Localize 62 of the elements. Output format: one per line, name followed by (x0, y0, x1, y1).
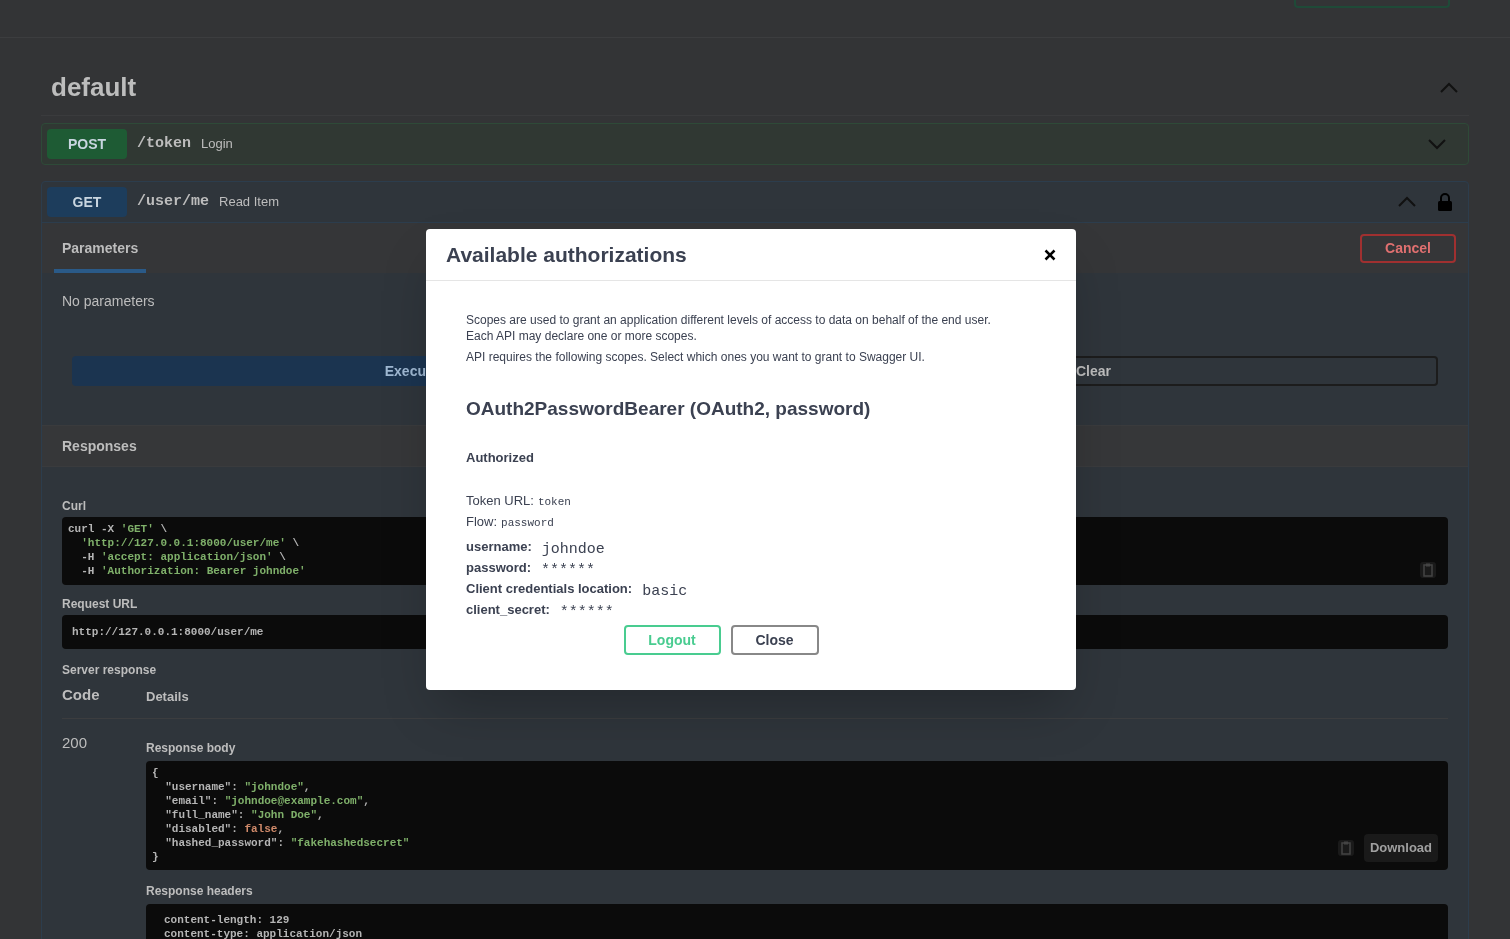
clipboard-icon[interactable] (1335, 838, 1356, 858)
close-button[interactable]: Close (730, 625, 819, 655)
credential-label: Client credentials location: (466, 581, 633, 596)
column-header: Code (62, 684, 101, 705)
flow-value: token (537, 495, 571, 510)
server-response-label: Server response (62, 662, 157, 679)
column-header: Details (146, 687, 189, 706)
credential-label: username: (466, 539, 532, 554)
request-url: http://127.0.0.1:8000/user/me (72, 624, 264, 640)
request-url-label: Request URL (62, 596, 138, 613)
status-label: Authorized (466, 448, 534, 467)
code-line: curl -X 'GET' \ (68, 522, 168, 536)
code-line: "username": "johndoe", (164, 780, 311, 794)
parameters-tab[interactable]: Parameters (54, 223, 147, 273)
method-badge: GET (47, 187, 127, 217)
endpoint-summary: Login (201, 135, 233, 154)
code-line: { (152, 766, 159, 780)
code-line: -H 'Authorization: Bearer johndoe' (80, 564, 306, 578)
method-badge: POST (47, 129, 127, 159)
chevron-icon[interactable] (1397, 196, 1417, 208)
endpoint-path: /user/me (137, 191, 209, 212)
download-button[interactable]: Download (1363, 834, 1438, 862)
description-text: Scopes are used to grant an application different levels of access to data on behalf of the end user. (466, 312, 991, 328)
flow-value: password (501, 516, 554, 531)
code-line: content-type: application/json (164, 927, 363, 939)
endpoint-path: /token (137, 133, 191, 154)
code-line: "email": "johndoe@example.com", (164, 794, 370, 808)
close-icon[interactable] (1044, 248, 1056, 261)
scheme-title: OAuth2PasswordBearer (OAuth2, password) (466, 397, 871, 421)
chevron-icon[interactable] (1427, 138, 1447, 150)
responses-title: Responses (62, 436, 137, 456)
no-parameters-text: No parameters (62, 292, 155, 311)
code-line: 'http://127.0.0.1:8000/user/me' \ (80, 536, 300, 550)
flow-label: Token URL: (466, 492, 534, 510)
curl-label: Curl (62, 498, 86, 515)
credential-value: johndoe (541, 542, 605, 557)
credential-value: basic (642, 584, 688, 599)
response-headers-label: Response headers (146, 883, 253, 900)
scopes-note: API requires the following scopes. Select which ones you want to grant to Swagger UI. (466, 349, 925, 365)
clipboard-icon[interactable] (1418, 560, 1438, 580)
code-line: "hashed_password": "fakehashedsecret" (164, 836, 410, 850)
credential-value: ****** (559, 605, 614, 620)
description-text: Each API may declare one or more scopes. (466, 328, 697, 344)
code-line: } (152, 850, 159, 864)
chevron-icon[interactable] (1439, 81, 1459, 94)
code-line: "full_name": "John Doe", (164, 808, 324, 822)
clear-button[interactable]: Clear (1076, 356, 1438, 386)
response-body-label: Response body (146, 740, 236, 757)
code-line: content-length: 129 (164, 913, 290, 927)
endpoint-summary: Read Item (219, 193, 279, 212)
section-title: default (51, 71, 137, 104)
code-line: "disabled": false, (164, 822, 285, 836)
credential-value: ****** (541, 563, 596, 578)
lock-icon[interactable] (1437, 192, 1453, 212)
dialog-title: Available authorizations (446, 241, 687, 268)
flow-label: Flow: (466, 513, 498, 531)
code-line: -H 'accept: application/json' \ (80, 550, 286, 564)
credential-label: password: (466, 560, 531, 575)
execute-button[interactable]: Execu (72, 356, 426, 386)
status-code: 200 (62, 734, 88, 751)
cancel-button[interactable]: Cancel (1360, 233, 1456, 263)
credential-label: client_secret: (466, 602, 550, 617)
